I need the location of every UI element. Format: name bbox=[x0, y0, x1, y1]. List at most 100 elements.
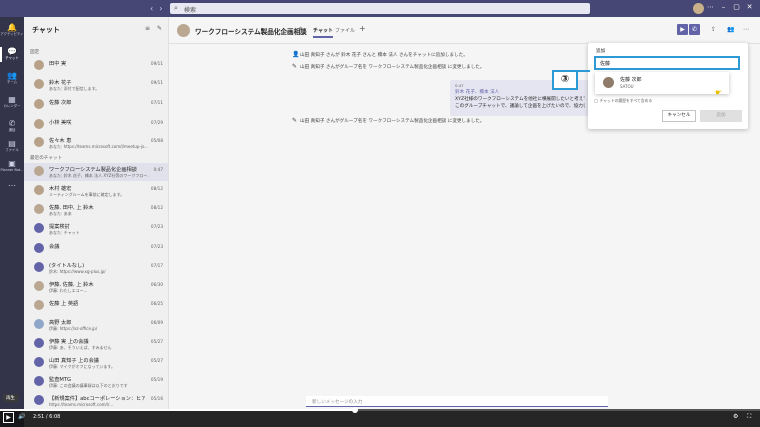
planner-icon: ▣ bbox=[8, 159, 16, 168]
chat-item[interactable]: 佐藤 次郎 07/11 bbox=[24, 96, 168, 114]
chat-item[interactable]: 木村 雄宏 ミーティングルームを事前に確定します。 08/12 bbox=[24, 182, 168, 200]
settings-icon[interactable]: ⚙ bbox=[733, 413, 738, 420]
chat-list-pane: チャット ≡ ✎ 固定 田中 実 09/11 鈴木 花子 あなた: 添付で配信しま… bbox=[24, 17, 169, 409]
rail-teams[interactable]: 👥 チーム bbox=[0, 71, 24, 84]
avatar bbox=[34, 338, 44, 348]
chat-header: ワークフローシステム製品化企画相談 ✎ チャット ファイル + ▶ ✆ ⇪ 👥 … bbox=[169, 17, 760, 44]
pencil-icon: ✎ bbox=[292, 63, 298, 70]
chat-item[interactable]: 提案検討 あなた: チャット 07/23 bbox=[24, 220, 168, 238]
chat-item[interactable]: 佐藤, 田中, 上 鈴木 あなた: ああ 08/12 bbox=[24, 201, 168, 219]
chat-list-title[interactable]: チャット bbox=[32, 25, 60, 35]
rail-calendar[interactable]: ▦ カレンダー bbox=[0, 95, 24, 108]
rail-more[interactable]: … bbox=[0, 179, 24, 188]
new-chat-icon[interactable]: ✎ bbox=[157, 25, 162, 32]
chat-item[interactable]: 田中 実 09/11 bbox=[24, 57, 168, 75]
chat-item[interactable]: (タイトルなし) 鈴木: https://www.xg-plus.jp/ 07/… bbox=[24, 259, 168, 277]
chat-item[interactable]: 鈴木 花子 あなた: 添付で配信します。 09/11 bbox=[24, 76, 168, 94]
avatar bbox=[34, 300, 44, 310]
add-tab-icon[interactable]: + bbox=[359, 24, 366, 33]
recent-section-label[interactable]: 最近のチャット bbox=[30, 155, 62, 161]
chat-item[interactable]: 会議 07/23 bbox=[24, 240, 168, 258]
close-icon[interactable]: ✕ bbox=[743, 3, 756, 11]
avatar bbox=[34, 185, 44, 195]
back-icon[interactable]: ‹ bbox=[150, 4, 153, 13]
maximize-icon[interactable]: ▢ bbox=[730, 3, 743, 11]
chat-item[interactable]: 佐藤 上 英語 06/25 bbox=[24, 297, 168, 315]
phone-icon: ✆ bbox=[8, 119, 16, 128]
rail-planner[interactable]: ▣ Planner Bot... bbox=[0, 159, 24, 172]
file-icon: ▤ bbox=[8, 139, 16, 148]
chat-item[interactable]: 監査MTG 伊藤: この会議の議事録は以下のとおりです 05/19 bbox=[24, 373, 168, 391]
avatar bbox=[34, 376, 44, 386]
fullscreen-icon[interactable]: ⛶ bbox=[747, 413, 751, 421]
search-icon: ⌕ bbox=[174, 4, 178, 12]
avatar bbox=[34, 60, 44, 70]
progress-handle[interactable] bbox=[351, 407, 358, 413]
teams-icon: 👥 bbox=[7, 71, 17, 80]
filter-icon[interactable]: ≡ bbox=[145, 25, 150, 32]
avatar bbox=[34, 166, 44, 176]
add-people-input[interactable]: 佐藤 bbox=[594, 56, 740, 70]
app-rail: 🔔 アクティビティ 💬 チャット 👥 チーム ▦ カレンダー ✆ 通話 ▤ ファ… bbox=[0, 17, 24, 427]
edit-name-icon[interactable]: ✎ bbox=[299, 26, 304, 33]
rail-chat[interactable]: 💬 チャット bbox=[0, 47, 24, 62]
forward-icon[interactable]: › bbox=[159, 4, 162, 13]
chat-item[interactable]: 高野 太郎 伊藤: https://xz-office.jp/ 06/09 bbox=[24, 316, 168, 334]
compose-box[interactable]: 新しいメッセージの入力 bbox=[306, 396, 608, 407]
play-button[interactable]: ▶ bbox=[3, 412, 14, 423]
chat-item[interactable]: 小林 美咲 07/29 bbox=[24, 116, 168, 134]
rail-activity[interactable]: 🔔 アクティビティ bbox=[0, 23, 24, 36]
cancel-button[interactable]: キャンセル bbox=[662, 110, 696, 122]
volume-icon[interactable]: 🔊 bbox=[18, 413, 25, 420]
people-icon[interactable]: 👥 bbox=[727, 26, 734, 33]
popup-label: 追加 bbox=[596, 49, 606, 54]
avatar bbox=[603, 77, 614, 88]
time-readout: 2:51 / 6:08 bbox=[33, 414, 61, 420]
search-box[interactable]: ⌕ 検索 bbox=[170, 3, 590, 14]
more-options-icon[interactable]: ⋯ bbox=[704, 3, 717, 11]
avatar bbox=[34, 223, 44, 233]
compose-input[interactable]: 新しいメッセージの入力 bbox=[312, 399, 362, 405]
suggestion-item[interactable]: 佐藤 次郎 SATOU bbox=[595, 72, 729, 94]
calendar-icon: ▦ bbox=[8, 95, 16, 104]
audio-call-button[interactable]: ✆ bbox=[689, 24, 700, 35]
chat-item[interactable]: 佐々木 恵 あなた: https://teams.microsoft.com/l… bbox=[24, 134, 168, 152]
step-callout: ③ bbox=[552, 70, 578, 90]
avatar bbox=[34, 262, 44, 272]
pinned-section-label[interactable]: 固定 bbox=[30, 49, 39, 55]
minimize-icon[interactable]: – bbox=[717, 3, 730, 11]
video-control-bar bbox=[0, 409, 760, 427]
add-button[interactable]: 追加 bbox=[700, 110, 742, 122]
pointer-cursor-icon: ☛ bbox=[715, 88, 723, 97]
chat-item[interactable]: 伊藤, 佐藤, 上 鈴木 伊藤: わたしエコー... 06/30 bbox=[24, 278, 168, 296]
group-avatar bbox=[177, 24, 190, 37]
bell-icon: 🔔 bbox=[7, 23, 17, 32]
chat-item[interactable]: 山田 真知子 上の会議 伊藤: マイクがオフになっています。 05/27 bbox=[24, 354, 168, 372]
window-controls: ⋯ – ▢ ✕ bbox=[704, 3, 756, 11]
chat-title: ワークフローシステム製品化企画相談 bbox=[195, 28, 307, 36]
nav-arrows: ‹ › bbox=[150, 4, 168, 13]
person-add-icon: 👤 bbox=[292, 51, 300, 58]
chat-item-selected[interactable]: ワークフローシステム製品化企画相談 あなた: 鈴木 花子、橋本 法人 XYZ社等… bbox=[24, 163, 168, 181]
avatar bbox=[34, 395, 44, 405]
avatar bbox=[34, 99, 44, 109]
system-message: ✎ 山田 真知子 さんがグループ名を ワークフローシステム製品化企画相談 に変更… bbox=[292, 63, 485, 70]
search-input[interactable]: 検索 bbox=[184, 5, 196, 14]
chat-list-actions: ≡ ✎ bbox=[138, 25, 162, 32]
include-history-option[interactable]: ◯ チャットの履歴をすべて含める bbox=[594, 98, 652, 104]
chat-item[interactable]: 【新規案件】abcコーポレーション：ヒアリン... https://teams.… bbox=[24, 392, 168, 410]
avatar bbox=[34, 204, 44, 214]
chat-icon: 💬 bbox=[7, 47, 17, 56]
system-message: ✎ 山田 真知子 さんがグループ名を ワークフローシステム製品化企画相談 に変更… bbox=[292, 117, 485, 124]
avatar bbox=[34, 137, 44, 147]
rail-calls[interactable]: ✆ 通話 bbox=[0, 119, 24, 132]
rail-files[interactable]: ▤ ファイル bbox=[0, 139, 24, 152]
avatar bbox=[34, 281, 44, 291]
tab-files[interactable]: ファイル bbox=[335, 27, 355, 34]
video-call-button[interactable]: ▶ bbox=[677, 24, 688, 35]
chat-item[interactable]: 伊藤 実 上の会議 伊藤: あ、そういえば、すみません 05/27 bbox=[24, 335, 168, 353]
share-screen-icon[interactable]: ⇪ bbox=[711, 26, 716, 33]
user-avatar[interactable] bbox=[693, 3, 704, 14]
more-options-icon[interactable]: ⋯ bbox=[743, 26, 749, 33]
tab-chat[interactable]: チャット bbox=[313, 27, 333, 38]
